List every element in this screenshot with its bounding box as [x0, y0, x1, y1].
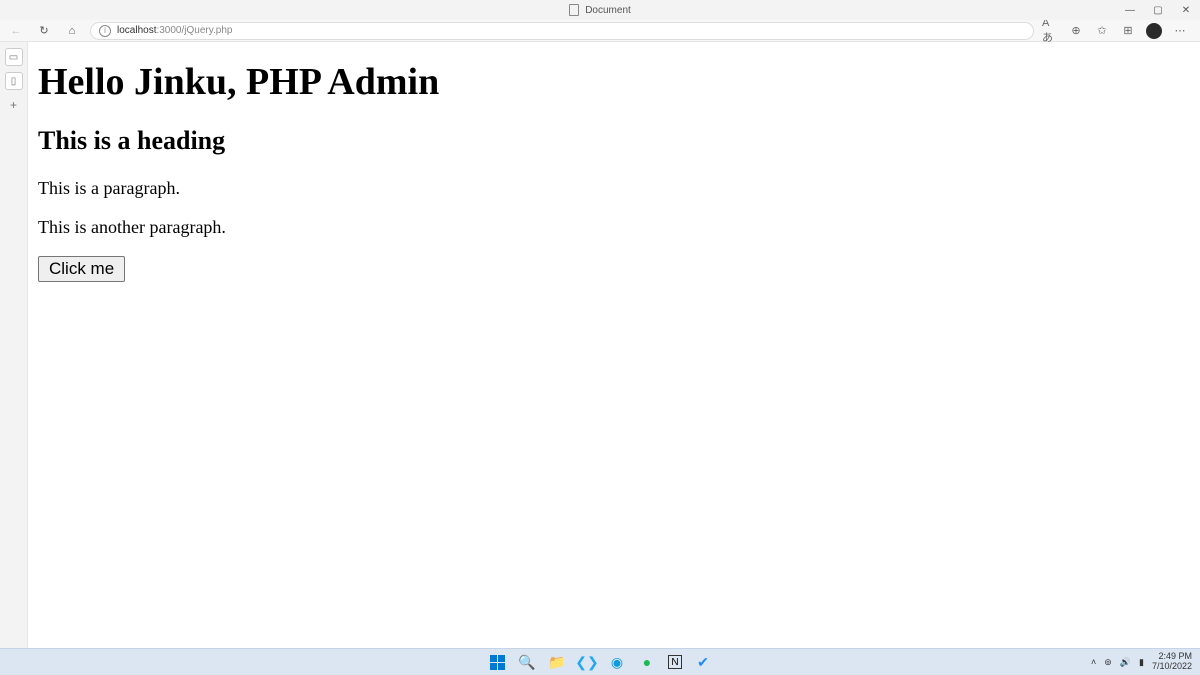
sidebar-tab-1[interactable]: ▭	[5, 48, 23, 66]
notion-icon[interactable]: N	[668, 655, 682, 669]
taskbar-center: 🔍 📁 ❮❯ ◉ ● N ✔	[488, 653, 712, 671]
tray-chevron-icon[interactable]: ˄	[1091, 657, 1096, 667]
main-area: ▭ ▯ + Hello Jinku, PHP Admin This is a h…	[0, 42, 1200, 648]
minimize-button[interactable]: —	[1116, 0, 1144, 20]
system-tray: ˄ ⊚ 🔊 ▮ 2:49 PM 7/10/2022	[1091, 652, 1192, 672]
window-titlebar: Document — ▢ ✕	[0, 0, 1200, 20]
spotify-icon[interactable]: ●	[638, 653, 656, 671]
windows-taskbar: 🔍 📁 ❮❯ ◉ ● N ✔ ˄ ⊚ 🔊 ▮ 2:49 PM 7/10/2022	[0, 648, 1200, 675]
page-content: Hello Jinku, PHP Admin This is a heading…	[28, 42, 1200, 648]
app-icon[interactable]: ✔	[694, 653, 712, 671]
vscode-icon[interactable]: ❮❯	[578, 653, 596, 671]
close-button[interactable]: ✕	[1172, 0, 1200, 20]
site-info-icon[interactable]: i	[99, 25, 111, 37]
tab-title: Document	[585, 5, 631, 16]
start-button[interactable]	[488, 653, 506, 671]
maximize-button[interactable]: ▢	[1144, 0, 1172, 20]
sidebar-tab-2[interactable]: ▯	[5, 72, 23, 90]
wifi-icon[interactable]: ⊚	[1104, 657, 1112, 668]
profile-avatar[interactable]	[1146, 23, 1162, 39]
search-icon[interactable]: 🔍	[518, 653, 536, 671]
page-paragraph-2: This is another paragraph.	[38, 217, 1190, 238]
tab-title-area: Document	[569, 4, 631, 16]
page-h2: This is a heading	[38, 126, 1190, 156]
volume-icon[interactable]: 🔊	[1120, 657, 1131, 668]
vertical-tabs-sidebar: ▭ ▯ +	[0, 42, 28, 648]
collections-icon[interactable]: ⊞	[1120, 23, 1136, 39]
address-bar[interactable]: i localhost:3000/jQuery.php	[90, 22, 1034, 40]
more-menu-icon[interactable]: ⋯	[1172, 23, 1188, 39]
browser-toolbar: ← ↻ ⌂ i localhost:3000/jQuery.php Aあ ⊕ ✩…	[0, 20, 1200, 42]
home-button[interactable]: ⌂	[62, 21, 82, 41]
zoom-icon[interactable]: ⊕	[1068, 23, 1084, 39]
document-icon	[569, 4, 579, 16]
favorites-icon[interactable]: ✩	[1094, 23, 1110, 39]
battery-icon[interactable]: ▮	[1139, 657, 1144, 668]
back-button[interactable]: ←	[6, 21, 26, 41]
url-text: localhost:3000/jQuery.php	[117, 25, 232, 36]
clock-date: 7/10/2022	[1152, 662, 1192, 672]
new-tab-button[interactable]: +	[5, 96, 23, 114]
click-me-button[interactable]: Click me	[38, 256, 125, 282]
window-controls: — ▢ ✕	[1116, 0, 1200, 20]
page-h1: Hello Jinku, PHP Admin	[38, 60, 1190, 104]
explorer-icon[interactable]: 📁	[548, 653, 566, 671]
edge-icon[interactable]: ◉	[608, 653, 626, 671]
page-paragraph-1: This is a paragraph.	[38, 178, 1190, 199]
toolbar-right-icons: Aあ ⊕ ✩ ⊞ ⋯	[1042, 23, 1194, 39]
read-aloud-icon[interactable]: Aあ	[1042, 23, 1058, 39]
clock[interactable]: 2:49 PM 7/10/2022	[1152, 652, 1192, 672]
refresh-button[interactable]: ↻	[34, 21, 54, 41]
